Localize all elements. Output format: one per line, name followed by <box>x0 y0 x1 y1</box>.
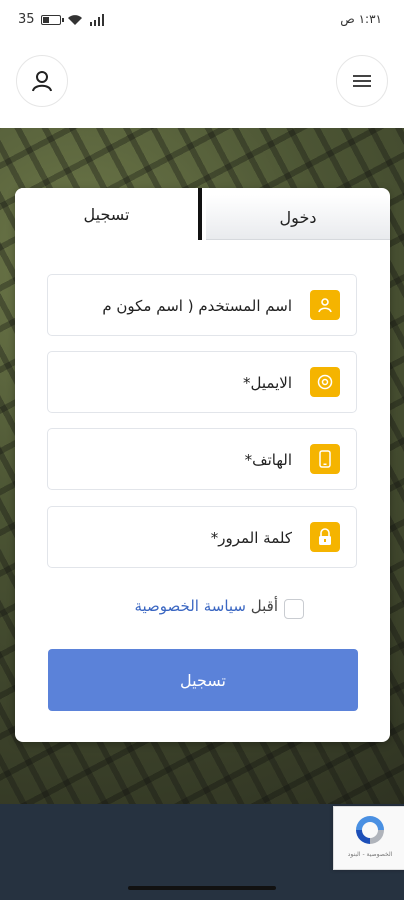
wifi-icon <box>67 14 82 25</box>
home-indicator[interactable] <box>128 886 276 890</box>
phone-icon <box>310 444 340 474</box>
privacy-policy-link[interactable]: سياسة الخصوصية <box>134 597 246 615</box>
tab-login[interactable]: دخول <box>206 195 390 240</box>
at-icon <box>310 367 340 397</box>
recaptcha-icon <box>356 816 384 844</box>
signal-icon <box>89 13 104 26</box>
header <box>0 40 404 128</box>
status-bar: 35 ١:٣١ ص <box>0 0 404 40</box>
tab-login-label: دخول <box>279 207 317 227</box>
status-icons: 35 <box>18 12 105 27</box>
user-icon <box>32 71 52 92</box>
battery-percent: 35 <box>18 12 35 27</box>
recaptcha-badge[interactable]: الخصوصية - البنود <box>333 806 404 870</box>
privacy-prefix: أقبل <box>246 597 278 615</box>
user-icon <box>310 290 340 320</box>
email-field[interactable]: الايميل* <box>47 351 357 413</box>
username-placeholder: اسم المستخدم ( اسم مكون م <box>102 297 292 315</box>
phone-field[interactable]: الهاتف* <box>47 428 357 490</box>
hamburger-icon <box>353 75 371 87</box>
password-placeholder: كلمة المرور* <box>210 529 292 547</box>
email-placeholder: الايميل* <box>243 374 292 392</box>
profile-button[interactable] <box>16 55 68 107</box>
privacy-text: أقبل سياسة الخصوصية <box>134 597 278 615</box>
tab-register-label: تسجيل <box>83 204 130 224</box>
phone-placeholder: الهاتف* <box>244 451 292 469</box>
lock-icon <box>310 522 340 552</box>
recaptcha-footer[interactable]: الخصوصية - البنود <box>348 851 393 858</box>
privacy-checkbox[interactable] <box>284 599 304 619</box>
battery-fill <box>42 16 49 23</box>
tab-register[interactable]: تسجيل <box>15 188 202 240</box>
clock: ١:٣١ ص <box>340 12 382 26</box>
password-field[interactable]: كلمة المرور* <box>47 506 357 568</box>
username-field[interactable]: اسم المستخدم ( اسم مكون م <box>47 274 357 336</box>
register-button[interactable]: تسجيل <box>48 649 358 711</box>
register-button-label: تسجيل <box>180 670 226 690</box>
battery-icon <box>40 14 64 25</box>
menu-button[interactable] <box>336 55 388 107</box>
